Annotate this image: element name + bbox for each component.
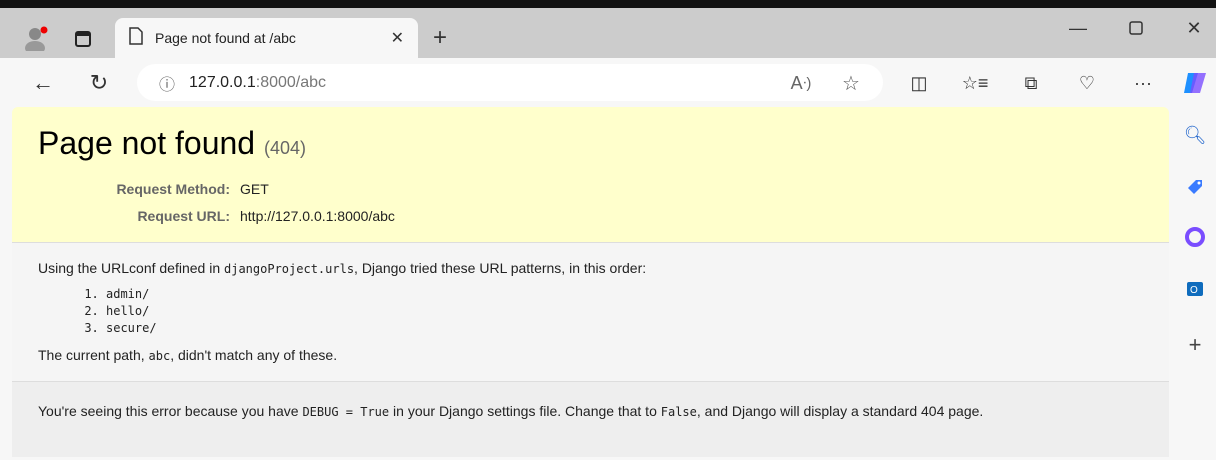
site-info-icon[interactable]: ⓘ [159,71,175,95]
meta-row: Request Method: GET [38,176,1143,203]
copilot-apps-icon[interactable] [1182,224,1208,250]
url-pattern: admin/ [106,286,1143,303]
false-value: False [660,405,697,419]
info-section: Using the URLconf defined in djangoProje… [12,243,1169,382]
url-pattern: secure/ [106,320,1143,337]
shopping-tag-icon[interactable] [1182,174,1208,200]
copilot-icon[interactable] [1180,68,1210,98]
page-content: Page not found (404) Request Method: GET … [12,107,1169,457]
url-pattern: hello/ [106,303,1143,320]
favorite-star-icon[interactable]: ☆ [838,70,864,96]
summary-section: Page not found (404) Request Method: GET … [12,107,1169,243]
refresh-icon[interactable]: ↻ [86,70,112,96]
close-tab-icon[interactable]: ✕ [391,28,404,48]
url-path: :8000/abc [255,73,327,91]
url-patterns-list: admin/ hello/ secure/ [106,286,1143,337]
text: , didn't match any of these. [170,347,338,363]
collections-icon[interactable]: ⧉ [1018,70,1044,96]
new-tab-icon[interactable]: + [428,24,452,51]
meta-row: Request URL: http://127.0.0.1:8000/abc [38,203,1143,230]
urlconf-name: djangoProject.urls [224,262,355,276]
meta-value: GET [240,181,269,197]
tab-actions-icon[interactable] [72,28,94,50]
outlook-icon[interactable]: O [1182,276,1208,302]
profile-avatar-icon[interactable] [22,24,50,52]
debug-setting: DEBUG = True [302,405,390,419]
title-text: Page not found [38,125,256,161]
add-sidebar-app-icon[interactable]: + [1182,332,1208,358]
text: , Django tried these URL patterns, in th… [354,260,647,276]
text: The current path, [38,347,149,363]
back-icon[interactable]: ← [30,70,56,96]
meta-key: Request URL: [137,208,230,224]
explanation-section: You're seeing this error because you hav… [12,382,1169,457]
desktop-strip [0,0,1216,8]
status-code: (404) [263,138,306,158]
more-icon[interactable]: ··· [1130,70,1156,96]
meta-value: http://127.0.0.1:8000/abc [240,208,395,224]
maximize-icon[interactable] [1124,16,1148,40]
tab-active[interactable]: Page not found at /abc ✕ [115,18,418,58]
urlconf-text: Using the URLconf defined in djangoProje… [38,260,1143,276]
text: Using the URLconf defined in [38,260,224,276]
text: , and Django will display a standard 404… [696,403,984,419]
text: You're seeing this error because you hav… [38,403,303,419]
text: in your Django settings file. Change tha… [389,403,661,419]
page-icon [129,26,143,50]
browser-essentials-icon[interactable]: ♡ [1074,70,1100,96]
url-host: 127.0.0.1 [189,73,256,91]
current-path: abc [148,349,171,363]
address-bar[interactable]: ⓘ 127.0.0.1:8000/abc [137,64,883,101]
read-aloud-icon[interactable]: A ᐧ) [788,70,814,96]
minimize-icon[interactable]: — [1066,16,1090,40]
svg-text:O: O [1190,285,1198,296]
search-icon[interactable]: 🔍︎ [1182,122,1208,148]
page-title: Page not found (404) [38,125,1143,162]
current-path-text: The current path, abc, didn't match any … [38,347,1143,363]
close-window-icon[interactable]: ✕ [1182,16,1206,40]
meta-key: Request Method: [116,181,230,197]
favorites-icon[interactable]: ☆≡ [962,70,989,96]
split-screen-icon[interactable]: ◫ [906,70,932,96]
tab-title: Page not found at /abc [155,30,296,46]
